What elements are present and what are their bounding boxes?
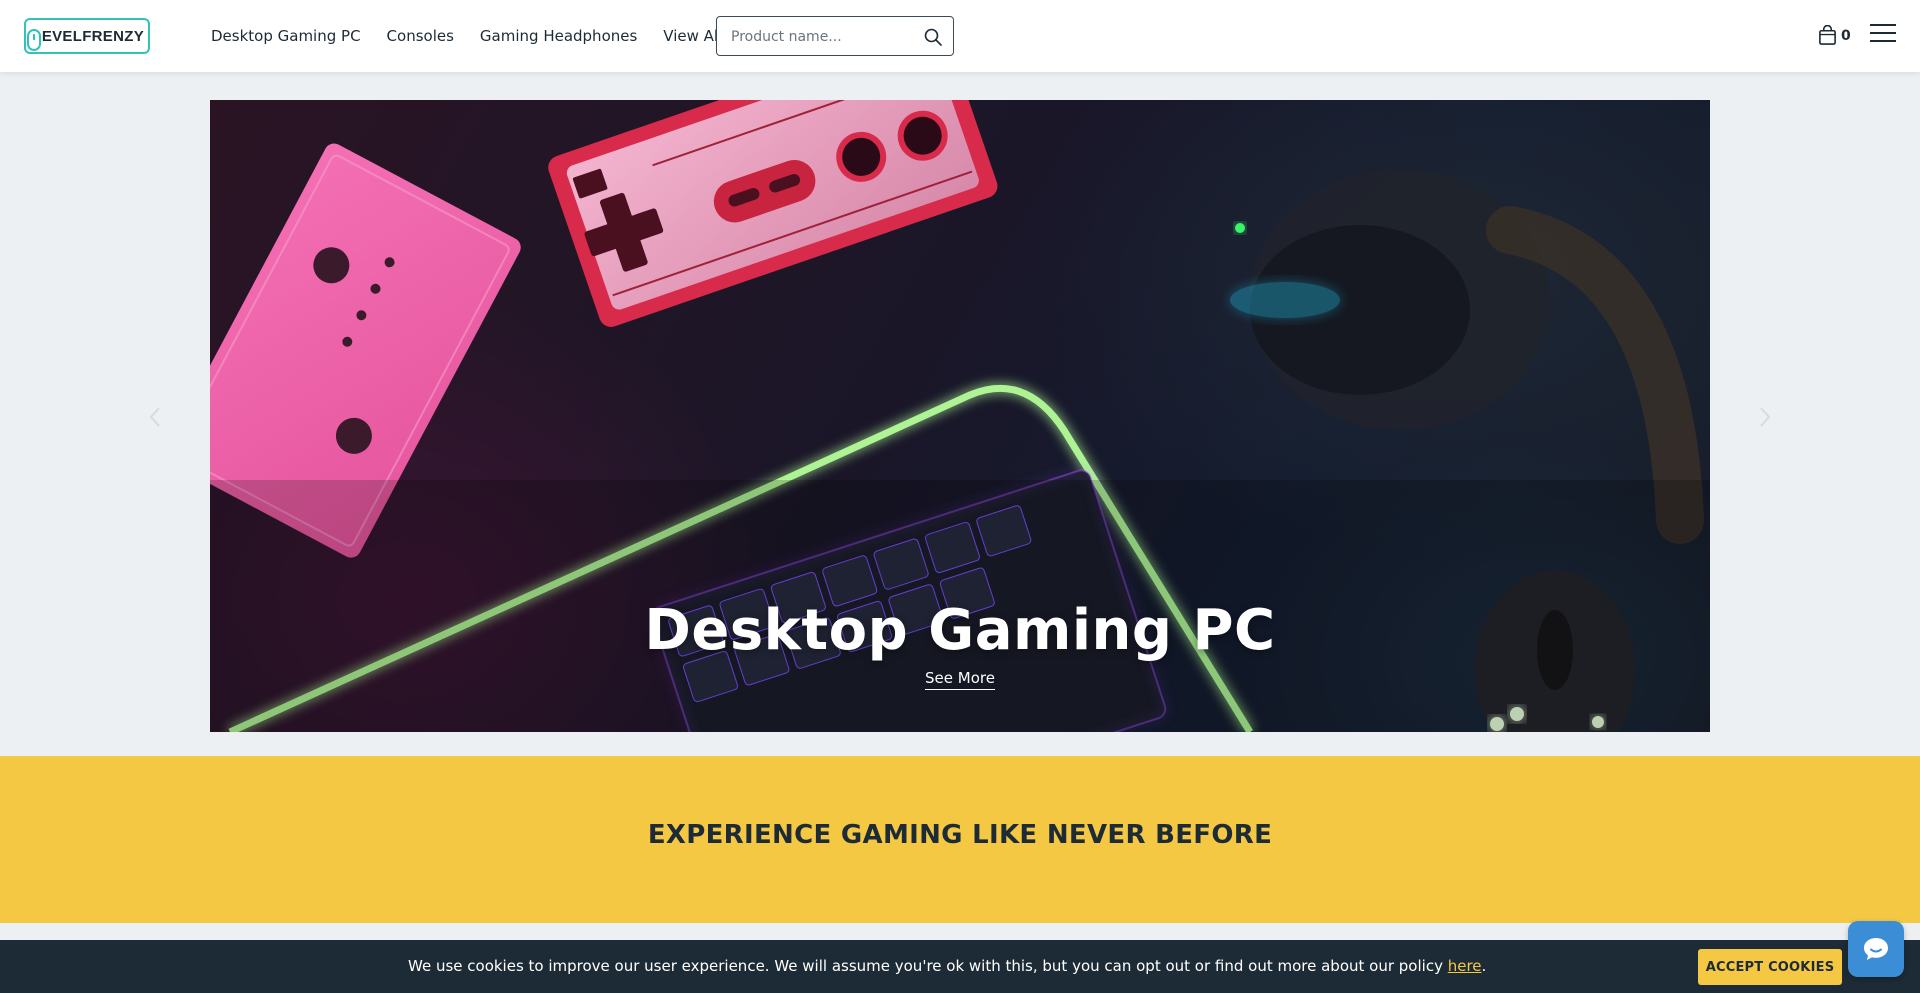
accept-cookies-button[interactable]: ACCEPT COOKIES (1698, 949, 1842, 985)
game-controller (548, 100, 998, 327)
cookie-consent-bar: We use cookies to improve our user exper… (0, 940, 1920, 993)
cart-count: 0 (1841, 27, 1851, 44)
nav-item-consoles[interactable]: Consoles (387, 27, 454, 45)
see-more-link[interactable]: See More (925, 669, 995, 690)
banner-heading: EXPERIENCE GAMING LIKE NEVER BEFORE (647, 820, 1273, 850)
chat-bubble-icon (1864, 938, 1888, 960)
cookie-message-text: We use cookies to improve our user exper… (408, 957, 1448, 975)
hero-title: Desktop Gaming PC (644, 598, 1276, 663)
nav-item-view-all[interactable]: View All (663, 27, 722, 45)
cookie-message-suffix: . (1481, 957, 1487, 975)
hero-slide: Desktop Gaming PC See More (210, 100, 1710, 732)
search-input[interactable] (731, 26, 921, 48)
gaming-headphones (1230, 170, 1704, 544)
nav-item-gaming-headphones[interactable]: Gaming Headphones (480, 27, 637, 45)
chevron-right-icon[interactable] (1758, 405, 1772, 429)
chat-widget-button[interactable] (1848, 921, 1904, 977)
cookie-policy-link[interactable]: here (1448, 957, 1482, 975)
shopping-bag-icon (1819, 25, 1836, 45)
search-icon[interactable] (923, 27, 943, 47)
promo-banner: EXPERIENCE GAMING LIKE NEVER BEFORE (0, 756, 1920, 923)
main-nav: Desktop Gaming PC Consoles Gaming Headph… (211, 0, 748, 72)
hamburger-menu-icon[interactable] (1870, 24, 1896, 44)
nav-item-desktop-gaming-pc[interactable]: Desktop Gaming PC (211, 27, 361, 45)
cart-button[interactable]: 0 (1818, 25, 1851, 46)
chevron-left-icon[interactable] (148, 405, 162, 429)
site-header: LEVELFRENZY Desktop Gaming PC Consoles G… (0, 0, 1920, 72)
cookie-message: We use cookies to improve our user exper… (408, 957, 1486, 975)
mouse-icon (27, 29, 41, 51)
logo-text: LEVELFRENZY (32, 27, 144, 45)
site-logo[interactable]: LEVELFRENZY (24, 18, 150, 54)
search-box (716, 16, 954, 56)
